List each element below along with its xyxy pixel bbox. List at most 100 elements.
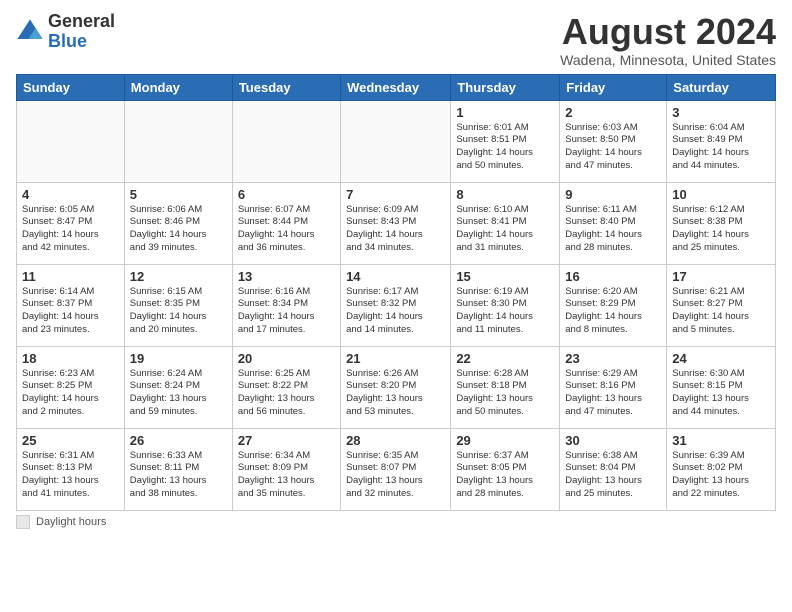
logo-blue: Blue [48,32,115,52]
calendar-cell: 3Sunrise: 6:04 AM Sunset: 8:49 PM Daylig… [667,100,776,182]
logo-icon [16,18,44,46]
calendar-cell: 9 Sunrise: 6:11 AM Sunset: 8:40 PM Daylig… [560,182,667,264]
day-info: Sunrise: 6:03 AM Sunset: 8:50 PM Dayligh… [565,122,661,173]
calendar-table: SundayMondayTuesdayWednesdayThursdayFrid… [16,74,776,511]
week-row-1: 4Sunrise: 6:05 AM Sunset: 8:47 PM Daylig… [17,182,776,264]
day-header-thursday: Thursday [451,74,560,100]
daylight-box [16,515,30,529]
calendar-cell: 28 Sunrise: 6:35 AM Sunset: 8:07 PM Dayli… [341,428,451,510]
location: Wadena, Minnesota, United States [560,52,776,68]
day-number: 27 [238,433,335,448]
day-info: Sunrise: 6:17 AM Sunset: 8:32 PM Dayligh… [346,286,445,337]
calendar-cell: 8Sunrise: 6:10 AM Sunset: 8:41 PM Daylig… [451,182,560,264]
calendar-cell: 21 Sunrise: 6:26 AM Sunset: 8:20 PM Dayli… [341,346,451,428]
day-info: Sunrise: 6:29 AM Sunset: 8:16 PM Dayligh… [565,368,661,419]
day-number: 12 [130,269,227,284]
day-header-saturday: Saturday [667,74,776,100]
day-info: Sunrise: 6:14 AM Sunset: 8:37 PM Dayligh… [22,286,119,337]
calendar-cell: 14 Sunrise: 6:17 AM Sunset: 8:32 PM Dayli… [341,264,451,346]
calendar-cell: 12 Sunrise: 6:15 AM Sunset: 8:35 PM Dayli… [124,264,232,346]
day-number: 30 [565,433,661,448]
day-number: 23 [565,351,661,366]
calendar-cell: 7Sunrise: 6:09 AM Sunset: 8:43 PM Daylig… [341,182,451,264]
logo-general: General [48,12,115,32]
day-number: 7 [346,187,445,202]
day-info: Sunrise: 6:38 AM Sunset: 8:04 PM Dayligh… [565,450,661,501]
day-info: Sunrise: 6:04 AM Sunset: 8:49 PM Dayligh… [672,122,770,173]
calendar-wrap: SundayMondayTuesdayWednesdayThursdayFrid… [0,74,792,511]
calendar-cell [17,100,125,182]
calendar-cell: 17Sunrise: 6:21 AM Sunset: 8:27 PM Dayli… [667,264,776,346]
day-info: Sunrise: 6:25 AM Sunset: 8:22 PM Dayligh… [238,368,335,419]
day-number: 17 [672,269,770,284]
calendar-cell [232,100,340,182]
day-info: Sunrise: 6:01 AM Sunset: 8:51 PM Dayligh… [456,122,554,173]
day-number: 1 [456,105,554,120]
day-number: 15 [456,269,554,284]
week-row-0: 1 Sunrise: 6:01 AM Sunset: 8:51 PM Daylig… [17,100,776,182]
daylight-label: Daylight hours [36,516,106,528]
calendar-cell: 20Sunrise: 6:25 AM Sunset: 8:22 PM Dayli… [232,346,340,428]
day-info: Sunrise: 6:05 AM Sunset: 8:47 PM Dayligh… [22,204,119,255]
day-number: 13 [238,269,335,284]
month-title: August 2024 [560,12,776,52]
week-row-3: 18Sunrise: 6:23 AM Sunset: 8:25 PM Dayli… [17,346,776,428]
day-header-wednesday: Wednesday [341,74,451,100]
day-number: 6 [238,187,335,202]
day-number: 14 [346,269,445,284]
day-info: Sunrise: 6:26 AM Sunset: 8:20 PM Dayligh… [346,368,445,419]
calendar-cell: 10Sunrise: 6:12 AM Sunset: 8:38 PM Dayli… [667,182,776,264]
day-info: Sunrise: 6:12 AM Sunset: 8:38 PM Dayligh… [672,204,770,255]
calendar-cell: 25 Sunrise: 6:31 AM Sunset: 8:13 PM Dayli… [17,428,125,510]
day-info: Sunrise: 6:37 AM Sunset: 8:05 PM Dayligh… [456,450,554,501]
calendar-cell: 30 Sunrise: 6:38 AM Sunset: 8:04 PM Dayli… [560,428,667,510]
week-row-2: 11 Sunrise: 6:14 AM Sunset: 8:37 PM Dayli… [17,264,776,346]
day-number: 25 [22,433,119,448]
day-number: 24 [672,351,770,366]
day-number: 19 [130,351,227,366]
day-info: Sunrise: 6:07 AM Sunset: 8:44 PM Dayligh… [238,204,335,255]
day-number: 28 [346,433,445,448]
day-info: Sunrise: 6:20 AM Sunset: 8:29 PM Dayligh… [565,286,661,337]
calendar-cell: 4Sunrise: 6:05 AM Sunset: 8:47 PM Daylig… [17,182,125,264]
day-info: Sunrise: 6:35 AM Sunset: 8:07 PM Dayligh… [346,450,445,501]
calendar-cell: 5Sunrise: 6:06 AM Sunset: 8:46 PM Daylig… [124,182,232,264]
day-header-friday: Friday [560,74,667,100]
day-info: Sunrise: 6:15 AM Sunset: 8:35 PM Dayligh… [130,286,227,337]
day-number: 21 [346,351,445,366]
day-info: Sunrise: 6:16 AM Sunset: 8:34 PM Dayligh… [238,286,335,337]
calendar-cell: 11 Sunrise: 6:14 AM Sunset: 8:37 PM Dayli… [17,264,125,346]
day-number: 2 [565,105,661,120]
calendar-cell [124,100,232,182]
day-info: Sunrise: 6:28 AM Sunset: 8:18 PM Dayligh… [456,368,554,419]
calendar-cell: 19Sunrise: 6:24 AM Sunset: 8:24 PM Dayli… [124,346,232,428]
calendar-cell: 13 Sunrise: 6:16 AM Sunset: 8:34 PM Dayli… [232,264,340,346]
day-info: Sunrise: 6:31 AM Sunset: 8:13 PM Dayligh… [22,450,119,501]
day-number: 8 [456,187,554,202]
day-number: 5 [130,187,227,202]
day-info: Sunrise: 6:39 AM Sunset: 8:02 PM Dayligh… [672,450,770,501]
calendar-cell: 27Sunrise: 6:34 AM Sunset: 8:09 PM Dayli… [232,428,340,510]
calendar-cell: 1 Sunrise: 6:01 AM Sunset: 8:51 PM Daylig… [451,100,560,182]
day-number: 16 [565,269,661,284]
calendar-cell: 6 Sunrise: 6:07 AM Sunset: 8:44 PM Daylig… [232,182,340,264]
footer: Daylight hours [0,511,792,533]
day-number: 11 [22,269,119,284]
title-block: August 2024 Wadena, Minnesota, United St… [560,12,776,68]
calendar-cell: 31 Sunrise: 6:39 AM Sunset: 8:02 PM Dayli… [667,428,776,510]
day-info: Sunrise: 6:11 AM Sunset: 8:40 PM Dayligh… [565,204,661,255]
week-row-4: 25 Sunrise: 6:31 AM Sunset: 8:13 PM Dayli… [17,428,776,510]
calendar-cell: 16 Sunrise: 6:20 AM Sunset: 8:29 PM Dayli… [560,264,667,346]
day-number: 29 [456,433,554,448]
calendar-cell: 18Sunrise: 6:23 AM Sunset: 8:25 PM Dayli… [17,346,125,428]
day-info: Sunrise: 6:30 AM Sunset: 8:15 PM Dayligh… [672,368,770,419]
day-header-sunday: Sunday [17,74,125,100]
calendar-cell: 26Sunrise: 6:33 AM Sunset: 8:11 PM Dayli… [124,428,232,510]
calendar-cell: 23 Sunrise: 6:29 AM Sunset: 8:16 PM Dayli… [560,346,667,428]
day-number: 31 [672,433,770,448]
day-number: 9 [565,187,661,202]
day-info: Sunrise: 6:19 AM Sunset: 8:30 PM Dayligh… [456,286,554,337]
calendar-cell: 22Sunrise: 6:28 AM Sunset: 8:18 PM Dayli… [451,346,560,428]
logo: General Blue [16,12,115,52]
days-header-row: SundayMondayTuesdayWednesdayThursdayFrid… [17,74,776,100]
